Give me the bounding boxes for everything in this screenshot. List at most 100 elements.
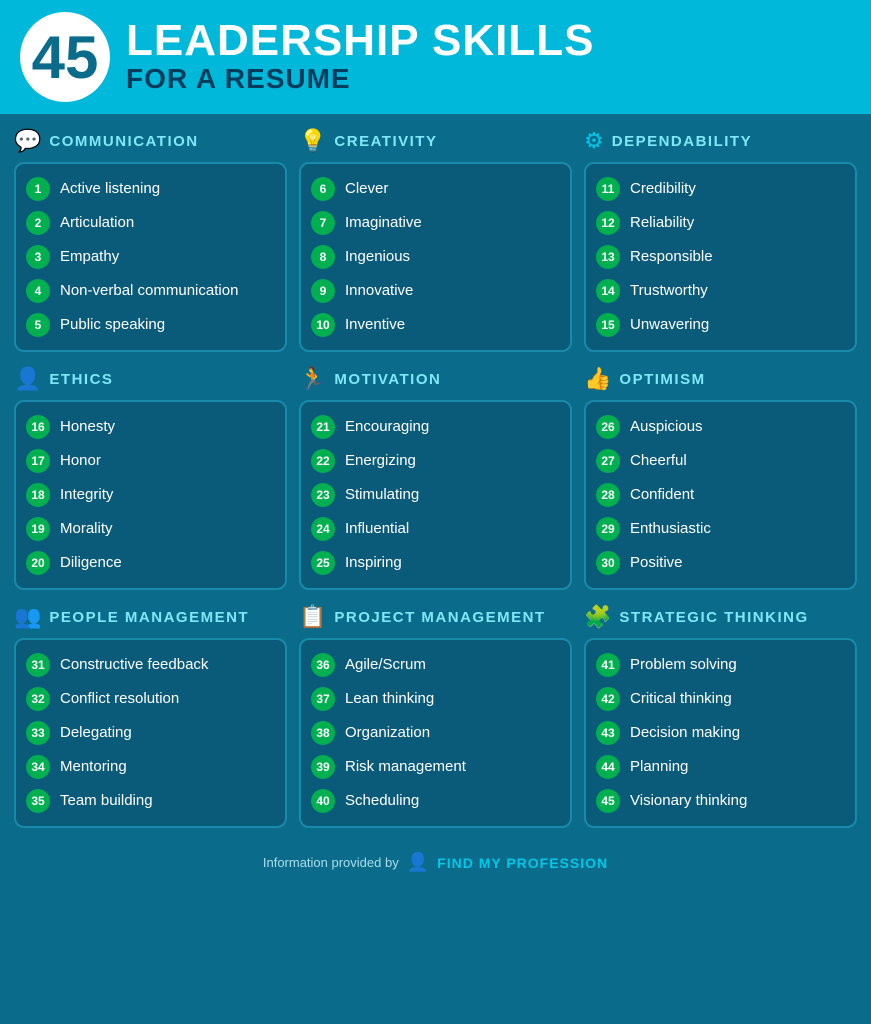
skill-number: 43 xyxy=(596,721,620,745)
skill-number: 11 xyxy=(596,177,620,201)
skill-number: 5 xyxy=(26,313,50,337)
skill-text: Decision making xyxy=(630,724,740,742)
skill-number: 9 xyxy=(311,279,335,303)
section-icon-optimism: 👍 xyxy=(584,366,611,392)
skill-number: 45 xyxy=(596,789,620,813)
section-title-optimism: OPTIMISM xyxy=(619,371,705,388)
section-box-motivation: 21Encouraging22Energizing23Stimulating24… xyxy=(299,400,572,590)
skill-number: 8 xyxy=(311,245,335,269)
footer-logo-icon: 👤 xyxy=(407,852,429,873)
skill-number: 30 xyxy=(596,551,620,575)
skill-text: Diligence xyxy=(60,554,122,572)
skill-number: 17 xyxy=(26,449,50,473)
section-header-optimism: 👍 OPTIMISM xyxy=(584,364,857,394)
skill-number: 23 xyxy=(311,483,335,507)
skill-text: Unwavering xyxy=(630,316,709,334)
section-box-people-management: 31Constructive feedback32Conflict resolu… xyxy=(14,638,287,828)
skill-number: 6 xyxy=(311,177,335,201)
skill-text: Problem solving xyxy=(630,656,737,674)
skill-text: Imaginative xyxy=(345,214,422,232)
skill-number: 12 xyxy=(596,211,620,235)
skill-text: Constructive feedback xyxy=(60,656,208,674)
section-icon-people-management: 👥 xyxy=(14,604,41,630)
skill-item: 38 Organization xyxy=(311,716,560,750)
skill-text: Conflict resolution xyxy=(60,690,179,708)
skill-number: 3 xyxy=(26,245,50,269)
skill-item: 2Articulation xyxy=(26,206,275,240)
header-title: LEADERSHIP SKILLS xyxy=(126,19,594,63)
skill-text: Visionary thinking xyxy=(630,792,747,810)
skill-number: 38 xyxy=(311,721,335,745)
section-header-communication: 💬 COMMUNICATION xyxy=(14,126,287,156)
section-creativity: 💡CREATIVITY6Clever7Imaginative8Ingenious… xyxy=(299,126,572,352)
skill-item: 30Positive xyxy=(596,546,845,580)
skill-number: 1 xyxy=(26,177,50,201)
skill-text: Mentoring xyxy=(60,758,127,776)
skill-item: 31Constructive feedback xyxy=(26,648,275,682)
skill-number: 36 xyxy=(311,653,335,677)
skill-item: 14Trustworthy xyxy=(596,274,845,308)
skill-item: 4Non-verbal communication xyxy=(26,274,275,308)
skill-number: 20 xyxy=(26,551,50,575)
skill-item: 32Conflict resolution xyxy=(26,682,275,716)
main-content: 💬 COMMUNICATION 1Active listening2Articula… xyxy=(0,114,871,840)
skill-item: 26Auspicious xyxy=(596,410,845,444)
header: 45 LEADERSHIP SKILLS FOR A RESUME xyxy=(0,0,871,114)
section-box-ethics: 16Honesty17Honor18Integrity19Morality20D… xyxy=(14,400,287,590)
skill-text: Influential xyxy=(345,520,409,538)
skill-number: 22 xyxy=(311,449,335,473)
section-title-dependability: DEPENDABILITY xyxy=(612,133,752,150)
section-box-project-management: 36Agile/Scrum37Lean thinking38Organizati… xyxy=(299,638,572,828)
section-title-communication: COMMUNICATION xyxy=(49,133,198,150)
skill-number: 4 xyxy=(26,279,50,303)
section-optimism: 👍OPTIMISM26Auspicious27Cheerful28Confide… xyxy=(584,364,857,590)
skill-item: 15 Unwavering xyxy=(596,308,845,342)
section-title-people-management: PEOPLE MANAGEMENT xyxy=(49,609,249,626)
skill-item: 29 Enthusiastic xyxy=(596,512,845,546)
skill-text: Honesty xyxy=(60,418,115,436)
skill-number: 40 xyxy=(311,789,335,813)
skill-item: 20 Diligence xyxy=(26,546,275,580)
section-header-creativity: 💡CREATIVITY xyxy=(299,126,572,156)
section-header-people-management: 👥 PEOPLE MANAGEMENT xyxy=(14,602,287,632)
footer: Information provided by 👤 FIND MY PROFES… xyxy=(0,840,871,889)
skill-text: Encouraging xyxy=(345,418,429,436)
skill-text: Ingenious xyxy=(345,248,410,266)
section-header-ethics: 👤ETHICS xyxy=(14,364,287,394)
footer-info-text: Information provided by xyxy=(263,855,399,870)
skill-number: 7 xyxy=(311,211,335,235)
skill-item: 13Responsible xyxy=(596,240,845,274)
skill-text: Organization xyxy=(345,724,430,742)
section-people-management: 👥 PEOPLE MANAGEMENT 31Constructive feedbac… xyxy=(14,602,287,828)
skill-number: 29 xyxy=(596,517,620,541)
skill-item: 22Energizing xyxy=(311,444,560,478)
skill-text: Honor xyxy=(60,452,101,470)
skill-item: 1Active listening xyxy=(26,172,275,206)
skill-text: Enthusiastic xyxy=(630,520,711,538)
skill-item: 9Innovative xyxy=(311,274,560,308)
skill-item: 23Stimulating xyxy=(311,478,560,512)
skill-number: 15 xyxy=(596,313,620,337)
section-box-communication: 1Active listening2Articulation 3 Empathy 4N… xyxy=(14,162,287,352)
section-box-optimism: 26Auspicious27Cheerful28Confident29Enthu… xyxy=(584,400,857,590)
section-icon-motivation: 🏃 xyxy=(299,366,326,392)
skill-item: 28Confident xyxy=(596,478,845,512)
skill-item: 41Problem solving xyxy=(596,648,845,682)
skill-item: 7 Imaginative xyxy=(311,206,560,240)
skill-text: Critical thinking xyxy=(630,690,732,708)
section-ethics: 👤ETHICS16Honesty17Honor18Integrity19Mora… xyxy=(14,364,287,590)
section-icon-communication: 💬 xyxy=(14,128,41,154)
header-text: LEADERSHIP SKILLS FOR A RESUME xyxy=(126,19,594,95)
skill-text: Morality xyxy=(60,520,113,538)
skill-number: 16 xyxy=(26,415,50,439)
section-title-project-management: PROJECT MANAGEMENT xyxy=(334,609,545,626)
skill-text: Public speaking xyxy=(60,316,165,334)
skill-item: 16 Honesty xyxy=(26,410,275,444)
skill-item: 39Risk management xyxy=(311,750,560,784)
skill-text: Responsible xyxy=(630,248,713,266)
skill-number: 35 xyxy=(26,789,50,813)
section-icon-ethics: 👤 xyxy=(14,366,41,392)
skill-number: 28 xyxy=(596,483,620,507)
skill-text: Empathy xyxy=(60,248,119,266)
skill-item: 44Planning xyxy=(596,750,845,784)
